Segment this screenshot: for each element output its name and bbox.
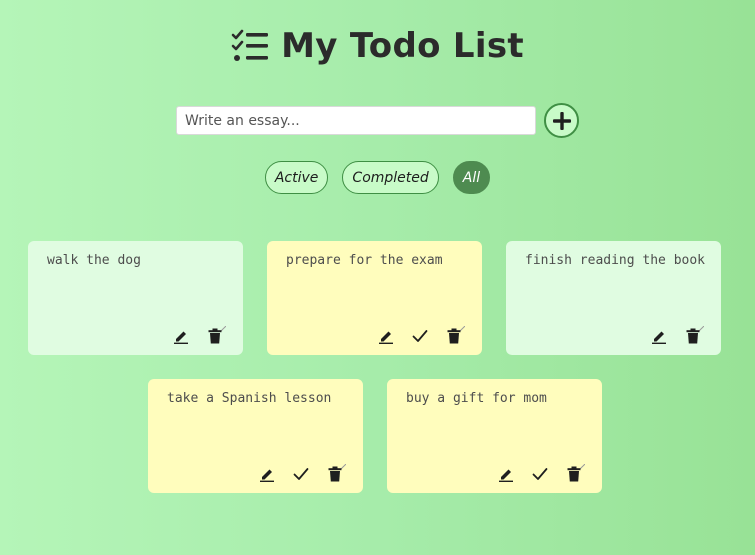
delete-trash-icon[interactable] xyxy=(566,465,582,483)
list-checks-icon xyxy=(231,29,269,61)
page-header: My Todo List xyxy=(0,24,755,68)
resize-handle-icon[interactable] xyxy=(698,316,705,332)
delete-trash-icon[interactable] xyxy=(207,327,223,345)
plus-icon xyxy=(552,111,571,130)
todo-actions xyxy=(173,327,223,345)
todo-text[interactable]: walk the dog xyxy=(47,252,232,270)
todo-text[interactable]: prepare for the exam xyxy=(286,252,471,270)
todo-card: take a Spanish lesson xyxy=(148,379,363,493)
delete-trash-icon[interactable] xyxy=(446,327,462,345)
complete-check-icon[interactable] xyxy=(412,327,428,345)
edit-pencil-icon[interactable] xyxy=(259,465,275,483)
todo-text[interactable]: take a Spanish lesson xyxy=(167,390,352,408)
todo-card: buy a gift for mom xyxy=(387,379,602,493)
resize-handle-icon[interactable] xyxy=(579,454,586,470)
delete-trash-icon[interactable] xyxy=(327,465,343,483)
resize-handle-icon[interactable] xyxy=(459,316,466,332)
resize-handle-icon[interactable] xyxy=(220,316,227,332)
todo-actions xyxy=(498,465,582,483)
todo-actions xyxy=(378,327,462,345)
resize-handle-icon[interactable] xyxy=(340,454,347,470)
todo-card: finish reading the book xyxy=(506,241,721,355)
todo-card: prepare for the exam xyxy=(267,241,482,355)
edit-pencil-icon[interactable] xyxy=(378,327,394,345)
filter-all[interactable]: All xyxy=(452,161,491,194)
todo-input[interactable] xyxy=(176,106,536,135)
edit-pencil-icon[interactable] xyxy=(651,327,667,345)
todo-text[interactable]: buy a gift for mom xyxy=(406,390,591,408)
new-todo-form xyxy=(0,103,755,138)
delete-trash-icon[interactable] xyxy=(685,327,701,345)
todo-card: walk the dog xyxy=(28,241,243,355)
filter-completed[interactable]: Completed xyxy=(342,161,439,194)
complete-check-icon[interactable] xyxy=(293,465,309,483)
edit-pencil-icon[interactable] xyxy=(173,327,189,345)
complete-check-icon[interactable] xyxy=(532,465,548,483)
todo-text[interactable]: finish reading the book xyxy=(525,252,710,270)
todo-actions xyxy=(651,327,701,345)
filter-group: Active Completed All xyxy=(0,161,755,194)
filter-active[interactable]: Active xyxy=(264,161,329,194)
add-todo-button[interactable] xyxy=(544,103,579,138)
todo-actions xyxy=(259,465,343,483)
page-title: My Todo List xyxy=(281,26,524,66)
edit-pencil-icon[interactable] xyxy=(498,465,514,483)
